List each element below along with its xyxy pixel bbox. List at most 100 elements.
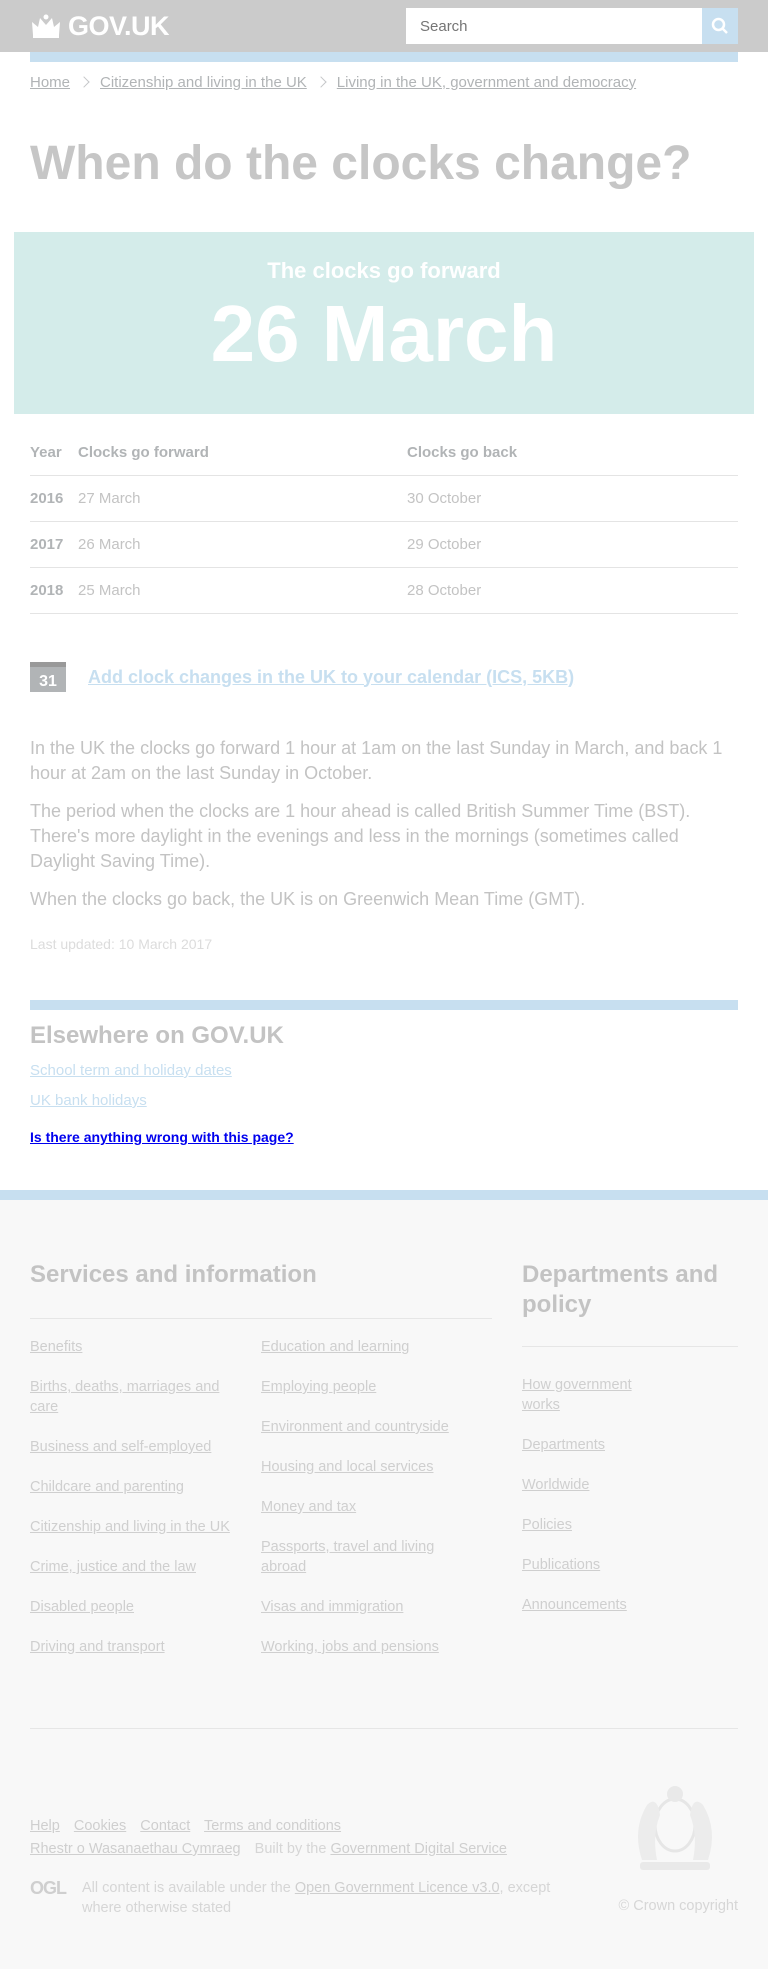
row-forward: 27 March — [78, 475, 407, 522]
footer-link[interactable]: Working, jobs and pensions — [261, 1639, 439, 1655]
row-forward: 26 March — [78, 521, 407, 568]
list-item: Citizenship and living in the UK — [30, 1517, 261, 1537]
govuk-logo[interactable]: GOV.UK — [30, 10, 170, 42]
calendar-download-link[interactable]: Add clock changes in the UK to your cale… — [88, 667, 574, 688]
list-item: Employing people — [261, 1377, 492, 1397]
footer-link[interactable]: Passports, travel and living abroad — [261, 1539, 434, 1575]
page-title: When do the clocks change? — [30, 137, 692, 190]
breadcrumb: Home Citizenship and living in the UK Li… — [30, 72, 738, 92]
related-title: Elsewhere on GOV.UK — [30, 1022, 284, 1049]
footer-link[interactable]: Citizenship and living in the UK — [30, 1519, 230, 1535]
list-item: Disabled people — [30, 1597, 261, 1617]
welsh-services-link[interactable]: Rhestr o Wasanaethau Cymraeg — [30, 1841, 241, 1857]
services-column-2: Education and learning Employing people … — [261, 1337, 492, 1677]
site-footer: Services and information Benefits Births… — [0, 1190, 768, 1969]
footer-link[interactable]: Employing people — [261, 1379, 376, 1395]
column-header-forward: Clocks go forward — [78, 430, 407, 476]
footer-link[interactable]: Money and tax — [261, 1499, 356, 1515]
chevron-right-icon — [78, 76, 90, 88]
feedback-prompt: Is there anything wrong with this page? — [30, 1129, 738, 1145]
breadcrumb-living-in-uk[interactable]: Living in the UK, government and democra… — [337, 74, 636, 91]
footer-link[interactable]: Worldwide — [522, 1477, 589, 1493]
body-paragraph: In the UK the clocks go forward 1 hour a… — [30, 738, 723, 783]
footer-link[interactable]: Driving and transport — [30, 1639, 165, 1655]
calendar-icon: 31 — [30, 662, 66, 692]
row-back: 28 October — [407, 567, 738, 614]
footer-link[interactable]: Visas and immigration — [261, 1599, 403, 1615]
cookies-link[interactable]: Cookies — [74, 1818, 126, 1834]
search-input[interactable] — [406, 8, 702, 44]
row-back: 30 October — [407, 475, 738, 522]
logo-text: GOV.UK — [68, 10, 170, 41]
list-item: Education and learning — [261, 1337, 492, 1357]
article-body: In the UK the clocks go forward 1 hour a… — [30, 736, 738, 912]
footer-link[interactable]: Births, deaths, marriages and care — [30, 1379, 219, 1415]
list-item: Announcements — [522, 1595, 650, 1615]
search-icon — [711, 17, 728, 34]
footer-link[interactable]: How government works — [522, 1377, 632, 1413]
list-item: Driving and transport — [30, 1637, 261, 1657]
list-item: Departments — [522, 1435, 650, 1455]
royal-coat-of-arms-icon — [638, 1786, 712, 1870]
row-year: 2018 — [30, 567, 78, 614]
footer-link[interactable]: Environment and countryside — [261, 1419, 449, 1435]
list-item: Business and self-employed — [30, 1437, 261, 1457]
site-header: GOV.UK — [0, 0, 768, 52]
footer-link[interactable]: Crime, justice and the law — [30, 1559, 196, 1575]
search-button[interactable] — [702, 8, 738, 44]
footer-link[interactable]: Business and self-employed — [30, 1439, 211, 1455]
list-item: UK bank holidays — [30, 1092, 738, 1109]
footer-link[interactable]: Announcements — [522, 1597, 627, 1613]
related-link-school-term[interactable]: School term and holiday dates — [30, 1062, 232, 1079]
services-title: Services and information — [30, 1261, 317, 1288]
breadcrumb-home[interactable]: Home — [30, 74, 70, 91]
chevron-right-icon — [315, 76, 327, 88]
next-change-highlight: The clocks go forward 26 March — [14, 232, 754, 414]
list-item: Worldwide — [522, 1475, 650, 1495]
services-section: Services and information Benefits Births… — [30, 1260, 492, 1677]
row-year: 2017 — [30, 521, 78, 568]
contact-link[interactable]: Contact — [140, 1818, 190, 1834]
crown-icon — [32, 14, 60, 38]
breadcrumb-citizenship[interactable]: Citizenship and living in the UK — [100, 74, 307, 91]
ogl-licence-link[interactable]: Open Government Licence v3.0 — [295, 1880, 500, 1896]
last-updated: Last updated: 10 March 2017 — [30, 936, 213, 952]
footer-link[interactable]: Housing and local services — [261, 1459, 433, 1475]
list-item: Environment and countryside — [261, 1417, 492, 1437]
column-header-back: Clocks go back — [407, 430, 738, 476]
header-accent-bar — [30, 52, 738, 62]
list-item: Childcare and parenting — [30, 1477, 261, 1497]
report-problem-link[interactable]: Is there anything wrong with this page? — [30, 1129, 294, 1145]
departments-title: Departments and policy — [522, 1261, 719, 1318]
table-row: 2016 27 March 30 October — [30, 475, 738, 522]
help-link[interactable]: Help — [30, 1818, 60, 1834]
row-forward: 25 March — [78, 567, 407, 614]
row-back: 29 October — [407, 521, 738, 568]
footer-link[interactable]: Publications — [522, 1557, 600, 1573]
list-item: Crime, justice and the law — [30, 1557, 261, 1577]
related-links: Elsewhere on GOV.UK School term and holi… — [30, 1000, 738, 1109]
related-link-bank-holidays[interactable]: UK bank holidays — [30, 1092, 147, 1109]
built-by-text: Built by the — [254, 1841, 327, 1857]
hero-subtitle: The clocks go forward — [267, 258, 501, 283]
footer-link[interactable]: Benefits — [30, 1339, 82, 1355]
column-header-year: Year — [30, 430, 78, 476]
footer-link[interactable]: Departments — [522, 1437, 605, 1453]
footer-link[interactable]: Policies — [522, 1517, 572, 1533]
licence-statement: OGL All content is available under the O… — [30, 1878, 552, 1918]
table-header-row: Year Clocks go forward Clocks go back — [30, 430, 738, 476]
crown-copyright[interactable]: © Crown copyright — [619, 1898, 738, 1914]
footer-link[interactable]: Childcare and parenting — [30, 1479, 184, 1495]
list-item: Publications — [522, 1555, 650, 1575]
terms-link[interactable]: Terms and conditions — [204, 1818, 341, 1834]
list-item: Passports, travel and living abroad — [261, 1537, 492, 1577]
row-year: 2016 — [30, 475, 78, 522]
footer-link[interactable]: Education and learning — [261, 1339, 409, 1355]
search-form — [406, 8, 738, 44]
list-item: Housing and local services — [261, 1457, 492, 1477]
list-item: Births, deaths, marriages and care — [30, 1377, 261, 1417]
gds-link[interactable]: Government Digital Service — [330, 1841, 507, 1857]
licence-prefix: All content is available under the — [82, 1880, 291, 1896]
body-paragraph: The period when the clocks are 1 hour ah… — [30, 801, 691, 871]
footer-link[interactable]: Disabled people — [30, 1599, 134, 1615]
